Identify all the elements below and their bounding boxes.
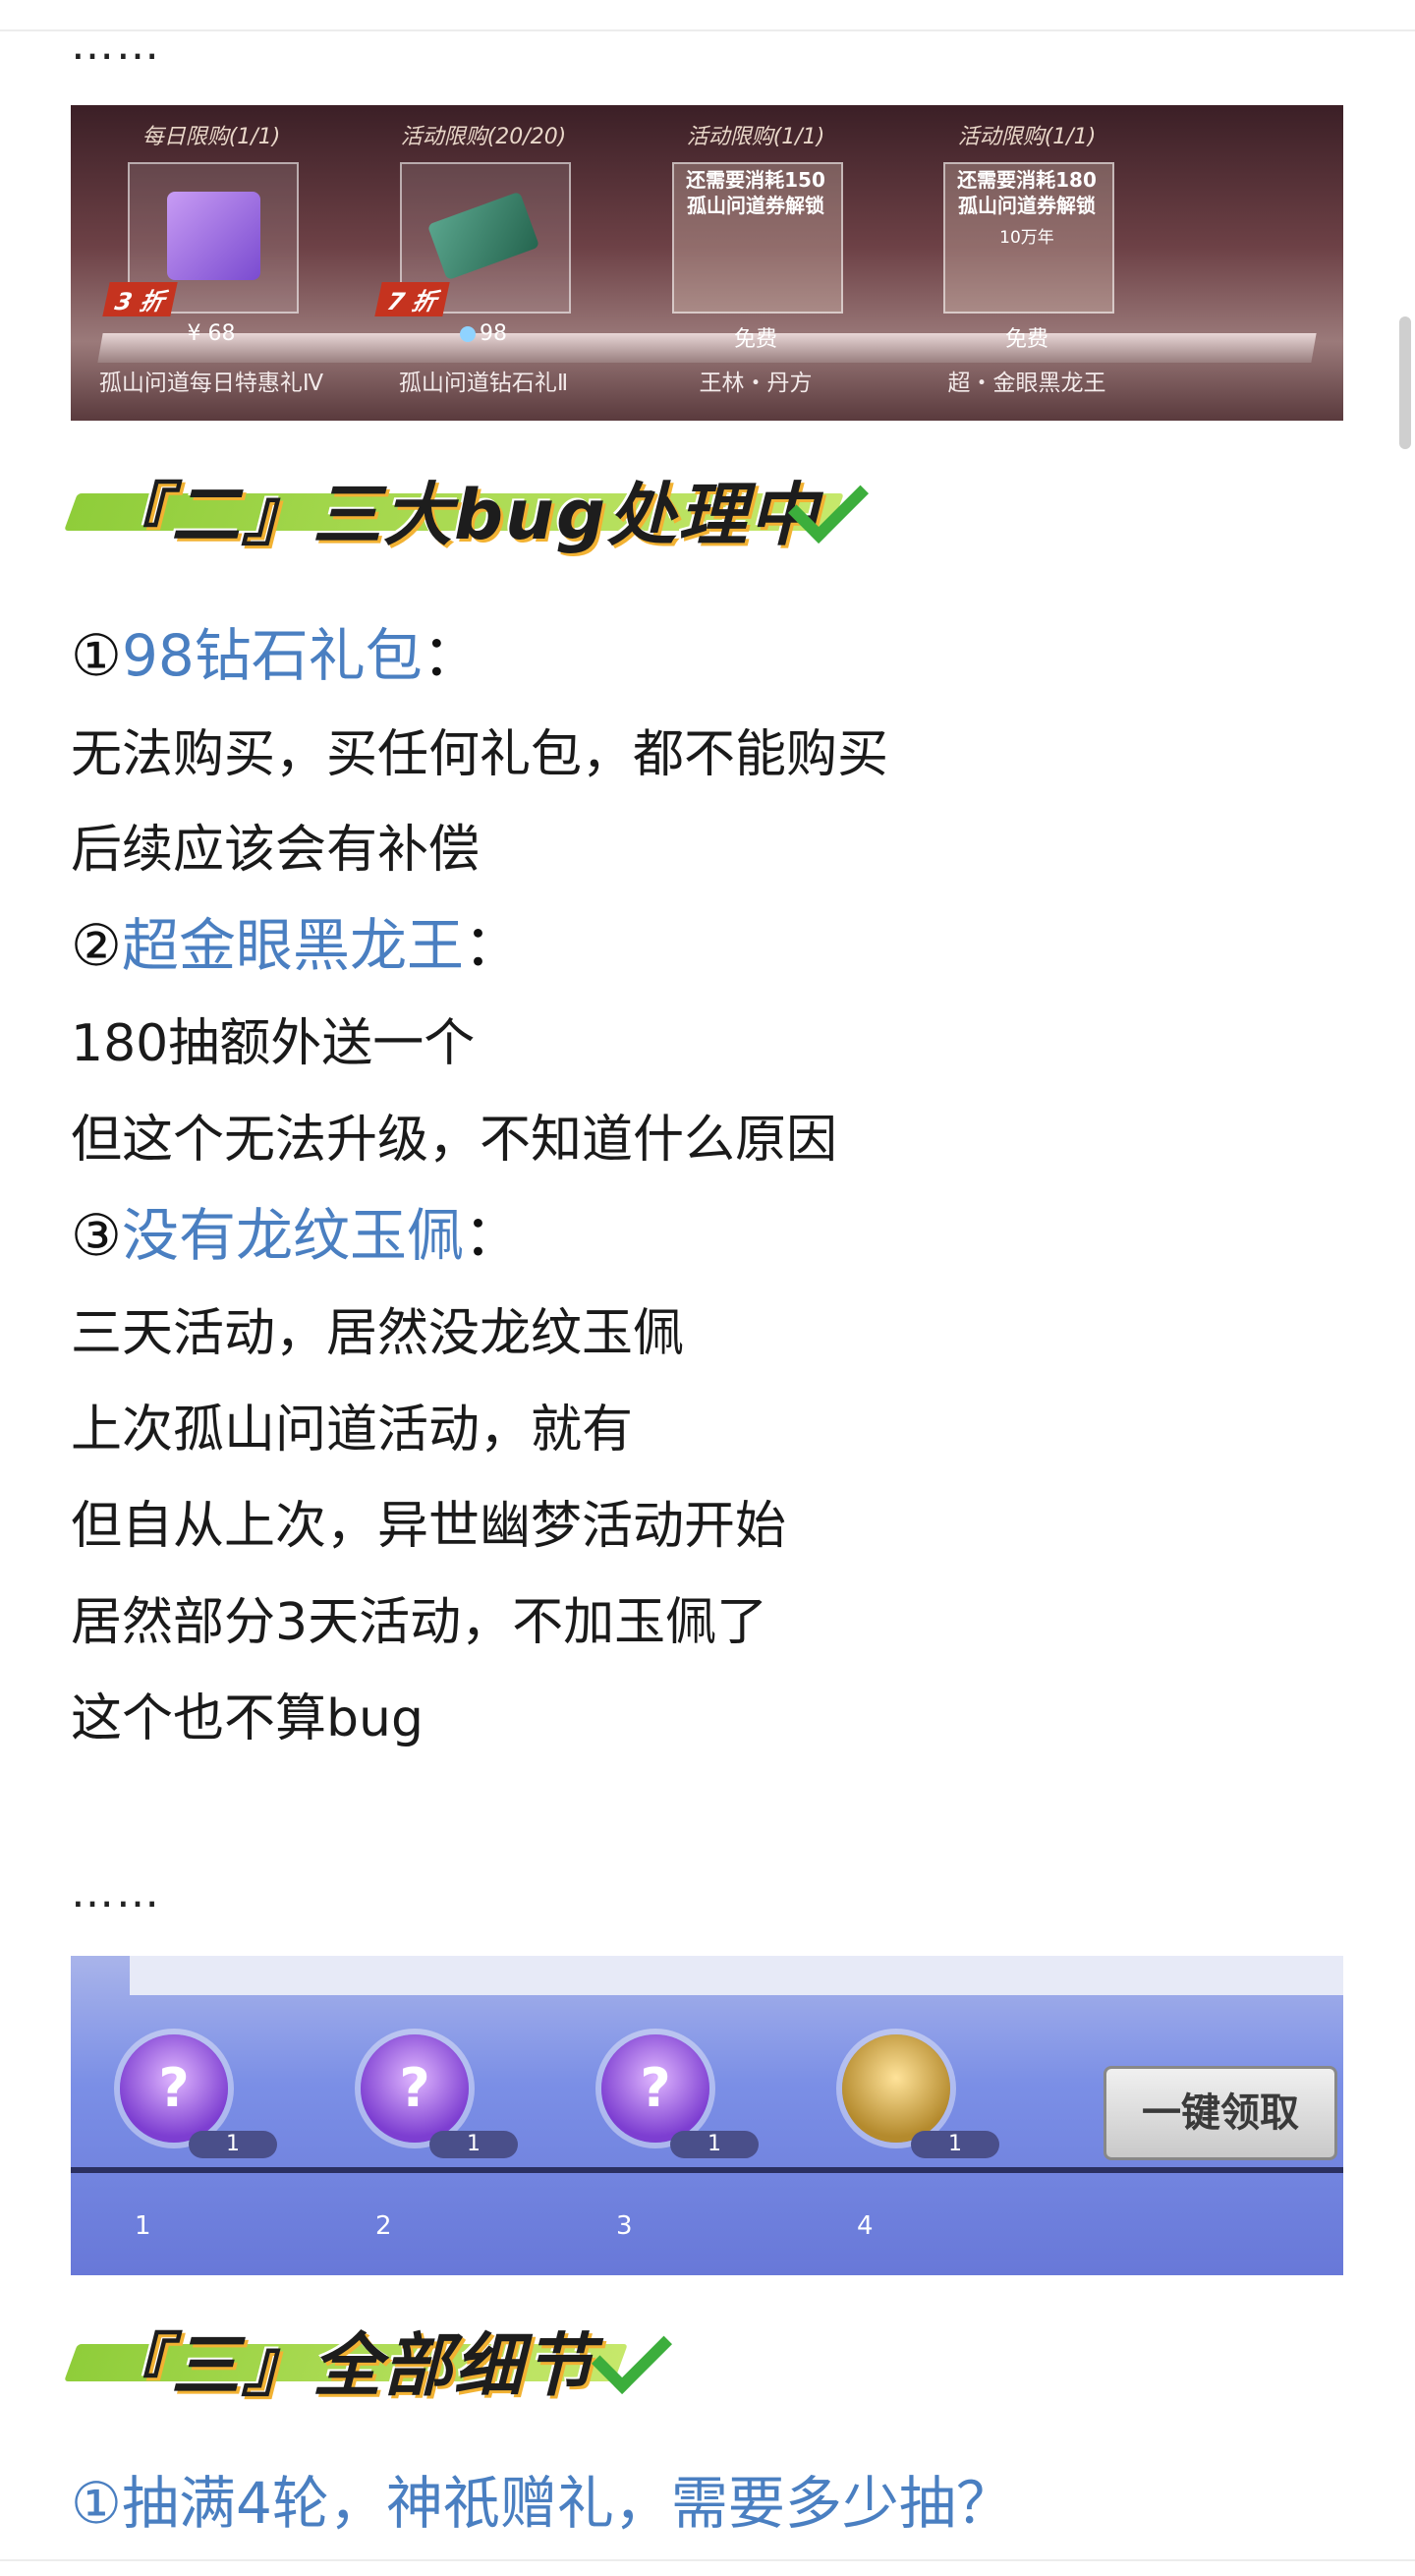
reward-node: 1 4 <box>813 2034 999 2270</box>
section-title-3: 『三』全部细节 <box>64 2305 673 2406</box>
section-title-text: 『三』全部细节 <box>100 2325 595 2406</box>
item-name: 超・金眼黑龙王 <box>947 371 1106 396</box>
price-value: 98 <box>480 321 507 346</box>
paragraph: 无法购买，买任何礼包，都不能购买 <box>71 725 889 784</box>
limit-tag: 活动限购(20/20) <box>400 125 567 149</box>
bug-heading-2: ②超金眼黑龙王： <box>71 909 521 982</box>
section-title-text: 『二』三大bug处理中 <box>100 475 821 555</box>
panel-header-strip <box>130 1956 1343 1995</box>
paragraph: 后续应该会有补偿 <box>71 821 481 880</box>
shop-item: 活动限购(20/20) 7 折 98 孤山问道钻石礼Ⅱ <box>370 113 596 408</box>
keyword-link[interactable]: 98钻石礼包 <box>122 622 423 689</box>
gift-box-icon <box>167 192 260 280</box>
paragraph: 居然部分3天活动，不加玉佩了 <box>71 1593 768 1652</box>
diamond-icon <box>460 326 476 342</box>
item-number: ② <box>71 912 122 979</box>
item-name: 王林・丹方 <box>699 371 813 396</box>
colon: ： <box>464 912 522 979</box>
price: 98 <box>370 321 596 346</box>
reward-count: 1 <box>429 2131 518 2158</box>
price: 免费 <box>733 327 777 352</box>
item-name: 孤山问道每日特惠礼Ⅳ <box>98 371 324 396</box>
treasure-chest-icon <box>842 2034 950 2143</box>
scrollbar-thumb[interactable] <box>1399 316 1411 449</box>
round-index: 2 <box>375 2211 392 2241</box>
keyword-link[interactable]: 没有龙纹玉佩 <box>122 1202 464 1269</box>
detail-heading-1: ①抽满4轮，神祇赠礼，需要多少抽？ <box>71 2470 1013 2537</box>
colon: ： <box>422 622 480 689</box>
age-label: 10万年 <box>999 228 1054 248</box>
paragraph: 三天活动，居然没龙纹玉佩 <box>71 1304 685 1363</box>
shop-item: 活动限购(1/1) 还需要消耗150 孤山问道券解锁 免费 王林・丹方 <box>643 113 869 408</box>
round-index: 3 <box>616 2211 633 2241</box>
reward-node: ? 1 1 <box>90 2034 277 2270</box>
rewards-screenshot: ? 1 1 ? 1 2 ? 1 3 1 4 一键领取 <box>71 1956 1343 2275</box>
bug-heading-3: ③没有龙纹玉佩： <box>71 1199 521 1272</box>
mystery-reward-icon: ? <box>601 2034 709 2143</box>
shop-item: 活动限购(1/1) 还需要消耗180 孤山问道券解锁 10万年 免费 超・金眼黑… <box>914 113 1140 408</box>
limit-tag: 活动限购(1/1) <box>957 125 1097 149</box>
limit-tag: 每日限购(1/1) <box>142 125 281 149</box>
unlock-requirement: 还需要消耗180 孤山问道券解锁 <box>957 168 1097 217</box>
ellipsis: …… <box>71 20 161 70</box>
item-name: 孤山问道钻石礼Ⅱ <box>398 371 569 396</box>
mystery-reward-icon: ? <box>120 2034 228 2143</box>
section-title-2: 『二』三大bug处理中 <box>64 454 870 555</box>
claim-all-button[interactable]: 一键领取 <box>1104 2066 1337 2160</box>
reward-node: ? 1 2 <box>331 2034 518 2270</box>
paragraph: 但这个无法升级，不知道什么原因 <box>71 1111 838 1170</box>
top-divider <box>0 29 1415 31</box>
shop-item: 每日限购(1/1) 3 折 ¥ 68 孤山问道每日特惠礼Ⅳ <box>98 113 324 408</box>
colon: ： <box>464 1202 522 1269</box>
limit-tag: 活动限购(1/1) <box>686 125 825 149</box>
mystery-reward-icon: ? <box>361 2034 469 2143</box>
paragraph: 180抽额外送一个 <box>71 1014 476 1073</box>
paragraph: 但自从上次，异世幽梦活动开始 <box>71 1497 787 1556</box>
paragraph: 上次孤山问道活动，就有 <box>71 1401 634 1460</box>
round-index: 4 <box>857 2211 874 2241</box>
price: 免费 <box>1004 327 1048 352</box>
item-number: ① <box>71 622 122 689</box>
reward-node: ? 1 3 <box>572 2034 759 2270</box>
bug-heading-1: ①98钻石礼包： <box>71 619 480 692</box>
discount-badge: 3 折 <box>102 282 178 316</box>
shop-screenshot: 每日限购(1/1) 3 折 ¥ 68 孤山问道每日特惠礼Ⅳ 活动限购(20/20… <box>71 105 1343 421</box>
reward-count: 1 <box>911 2131 999 2158</box>
round-index: 1 <box>135 2211 151 2241</box>
discount-badge: 7 折 <box>374 282 450 316</box>
unlock-requirement: 还需要消耗150 孤山问道券解锁 <box>686 168 825 217</box>
price: ¥ 68 <box>187 321 236 346</box>
reward-count: 1 <box>189 2131 277 2158</box>
item-number: ③ <box>71 1202 122 1269</box>
reward-count: 1 <box>670 2131 759 2158</box>
bottom-divider <box>0 2559 1415 2561</box>
checkmark-icon <box>591 2313 673 2395</box>
keyword-link[interactable]: 超金眼黑龙王 <box>122 912 464 979</box>
ellipsis: …… <box>71 1867 161 1918</box>
paragraph: 这个也不算bug <box>71 1689 424 1748</box>
